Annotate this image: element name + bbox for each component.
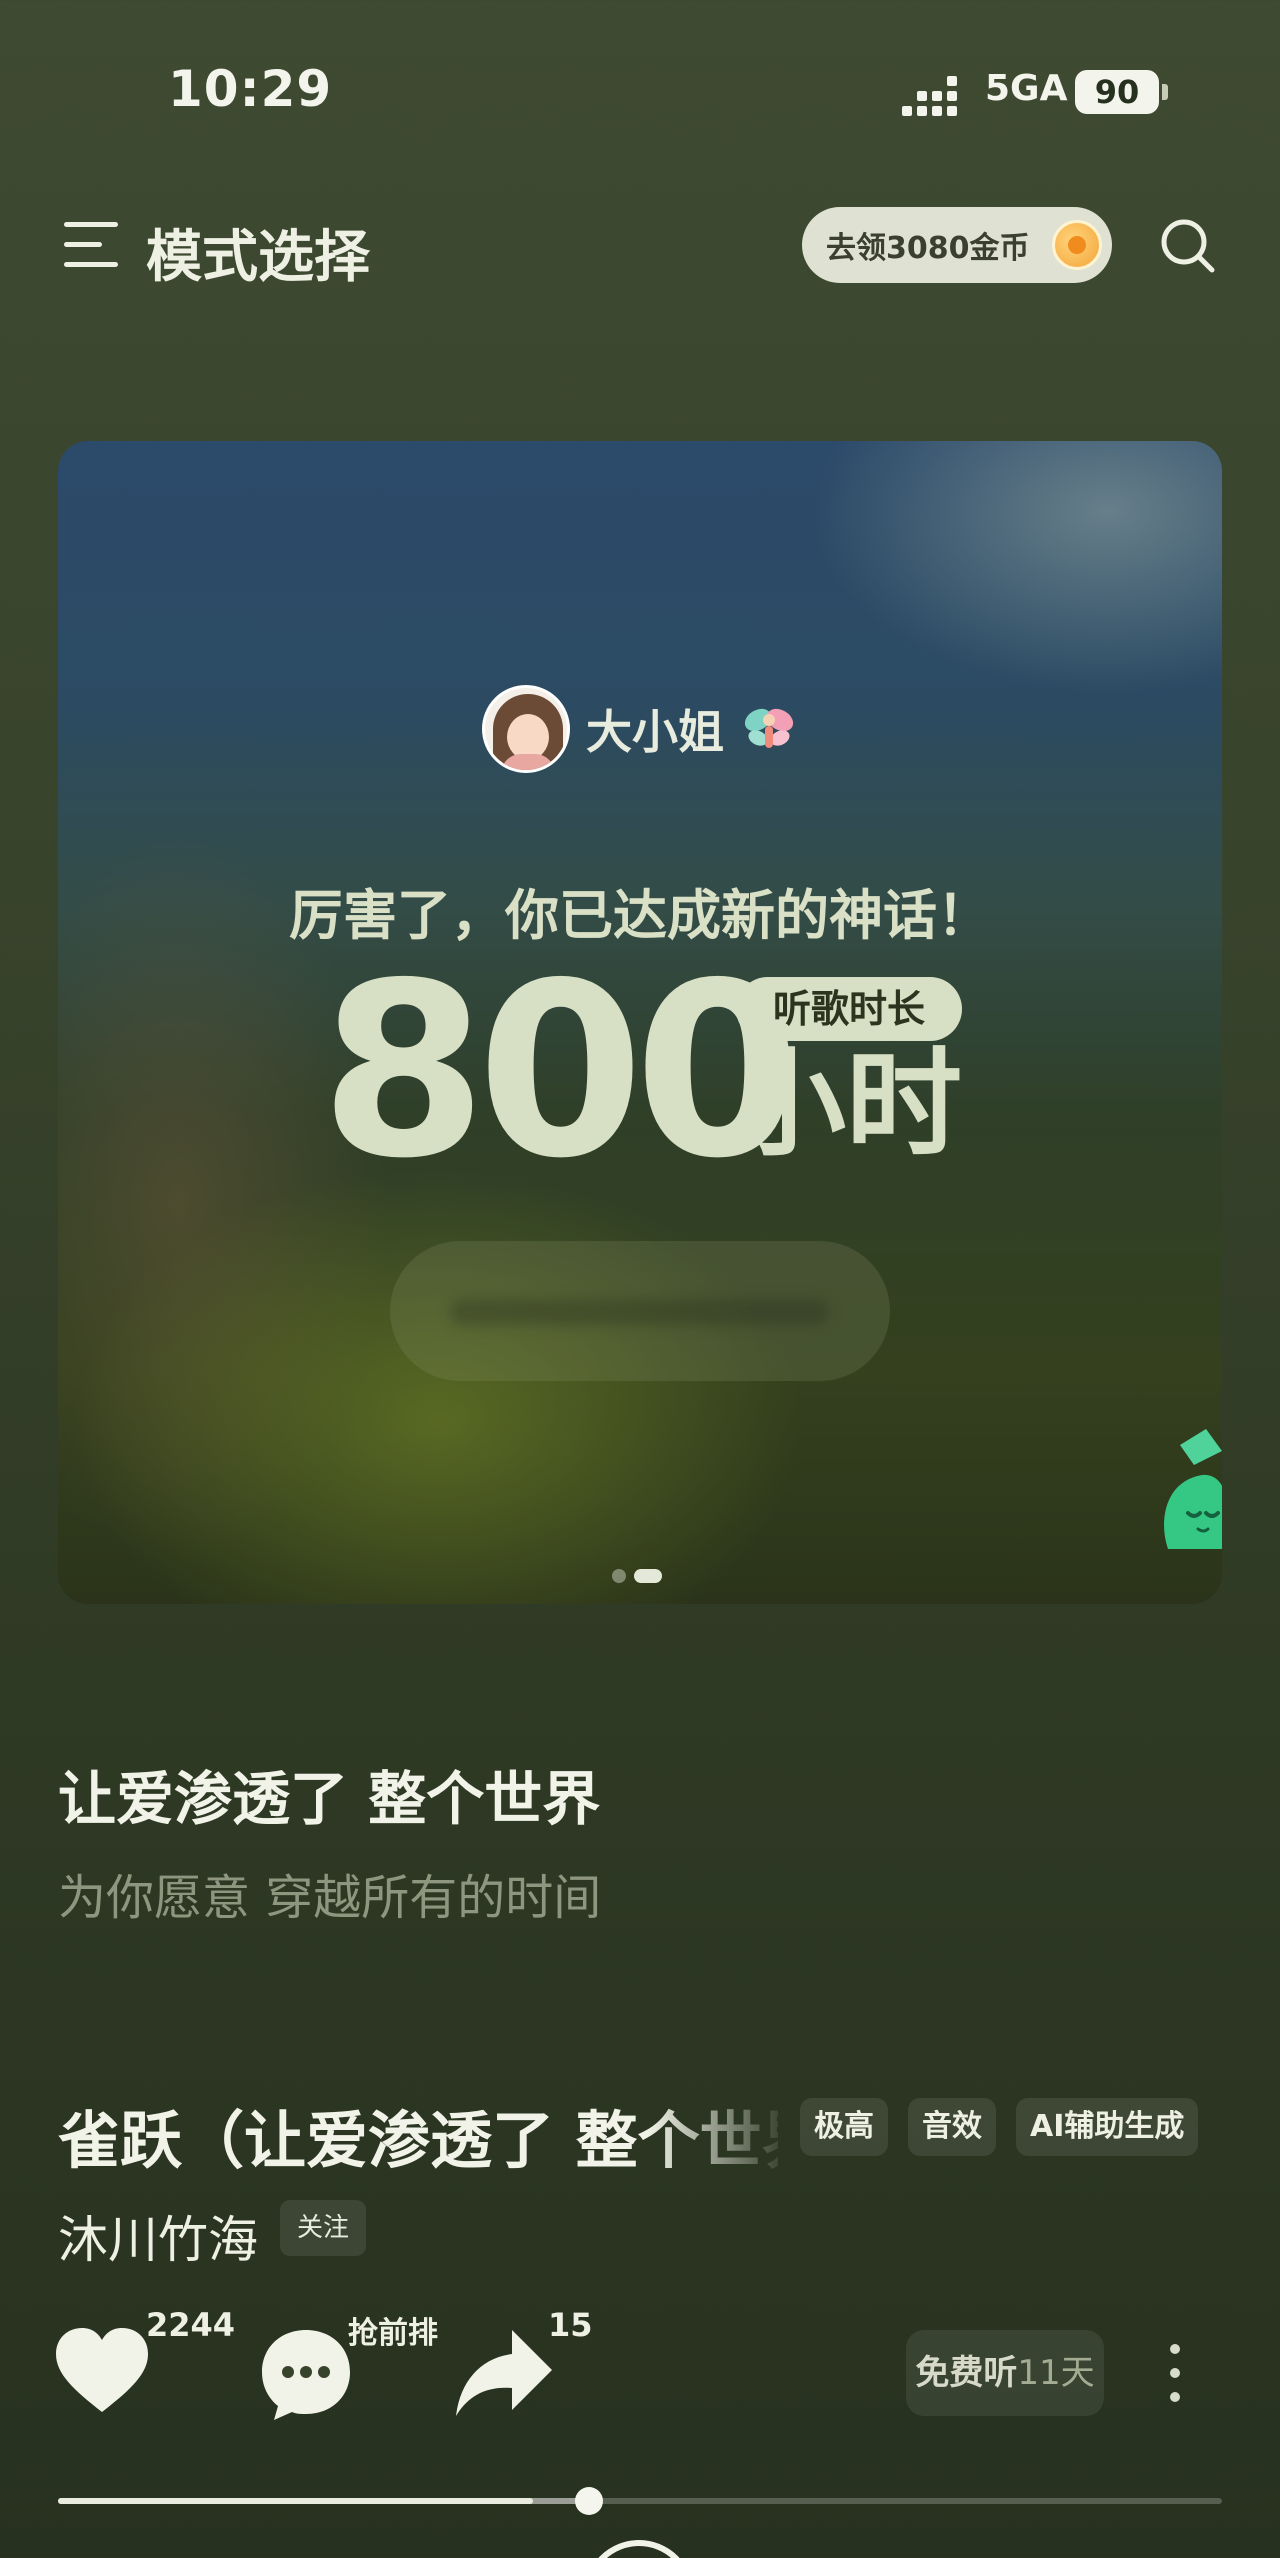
comment-label: 抢前排	[348, 2316, 438, 2351]
quality-tag[interactable]: 极高	[800, 2098, 888, 2156]
battery-tip	[1162, 84, 1168, 100]
comment-icon[interactable]	[258, 2326, 354, 2422]
fairy-icon	[744, 708, 794, 748]
mode-select-title[interactable]: 模式选择	[146, 212, 370, 293]
page-dot	[612, 1569, 626, 1583]
page-dot-active	[634, 1569, 662, 1583]
progress-played	[58, 2498, 533, 2504]
song-tags: 极高 音效 AI辅助生成	[800, 2098, 1199, 2156]
like-count: 2244	[146, 2306, 236, 2344]
lyric-current-line[interactable]: 让爱渗透了 整个世界	[58, 1752, 600, 1836]
claim-coins-label: 去领3080金币	[826, 231, 1030, 266]
achievement-banner[interactable]: 大小姐 厉害了，你已达成新的神话！ 800 听歌时长 小时	[58, 441, 1222, 1604]
listening-hours-value: 800	[320, 931, 801, 1211]
artist-name[interactable]: 沐川竹海	[58, 2200, 258, 2272]
coin-icon	[1052, 220, 1102, 270]
free-listen-label: 免费听	[915, 2353, 1018, 2393]
playback-progress-bar[interactable]	[58, 2487, 1222, 2515]
more-options-icon[interactable]	[1160, 2344, 1190, 2408]
song-title[interactable]: 雀跃（让爱渗透了 整个世界）	[58, 2090, 778, 2180]
banner-user: 大小姐	[58, 685, 1222, 773]
network-type: 5GA	[985, 68, 1068, 109]
share-count: 15	[548, 2306, 593, 2344]
lyric-next-line[interactable]: 为你愿意 穿越所有的时间	[58, 1858, 601, 1928]
sound-effect-tag[interactable]: 音效	[908, 2098, 996, 2156]
blurred-action-button[interactable]	[390, 1241, 890, 1381]
avatar	[482, 685, 570, 773]
ai-generated-tag[interactable]: AI辅助生成	[1016, 2098, 1199, 2156]
signal-icon	[902, 72, 966, 116]
free-listen-days: 11天	[1017, 2353, 1095, 2393]
hours-unit: 小时	[730, 1037, 962, 1172]
menu-icon[interactable]	[64, 222, 118, 268]
listening-duration-badge: 听歌时长	[736, 977, 962, 1041]
claim-coins-button[interactable]: 去领3080金币	[802, 207, 1112, 283]
mascot-icon[interactable]	[1158, 1429, 1222, 1559]
follow-button[interactable]: 关注	[280, 2200, 366, 2256]
play-button[interactable]	[584, 2540, 694, 2558]
progress-thumb[interactable]	[575, 2487, 603, 2515]
heart-icon[interactable]	[54, 2328, 150, 2414]
share-icon[interactable]	[452, 2324, 556, 2420]
battery-icon: 90	[1075, 70, 1159, 114]
banner-page-indicator	[612, 1569, 662, 1583]
status-bar: 10:29 5GA 90	[0, 0, 1280, 190]
username: 大小姐	[586, 705, 724, 759]
free-listen-button[interactable]: 免费听11天	[906, 2330, 1104, 2416]
search-icon[interactable]	[1158, 216, 1218, 276]
status-time: 10:29	[168, 60, 333, 118]
